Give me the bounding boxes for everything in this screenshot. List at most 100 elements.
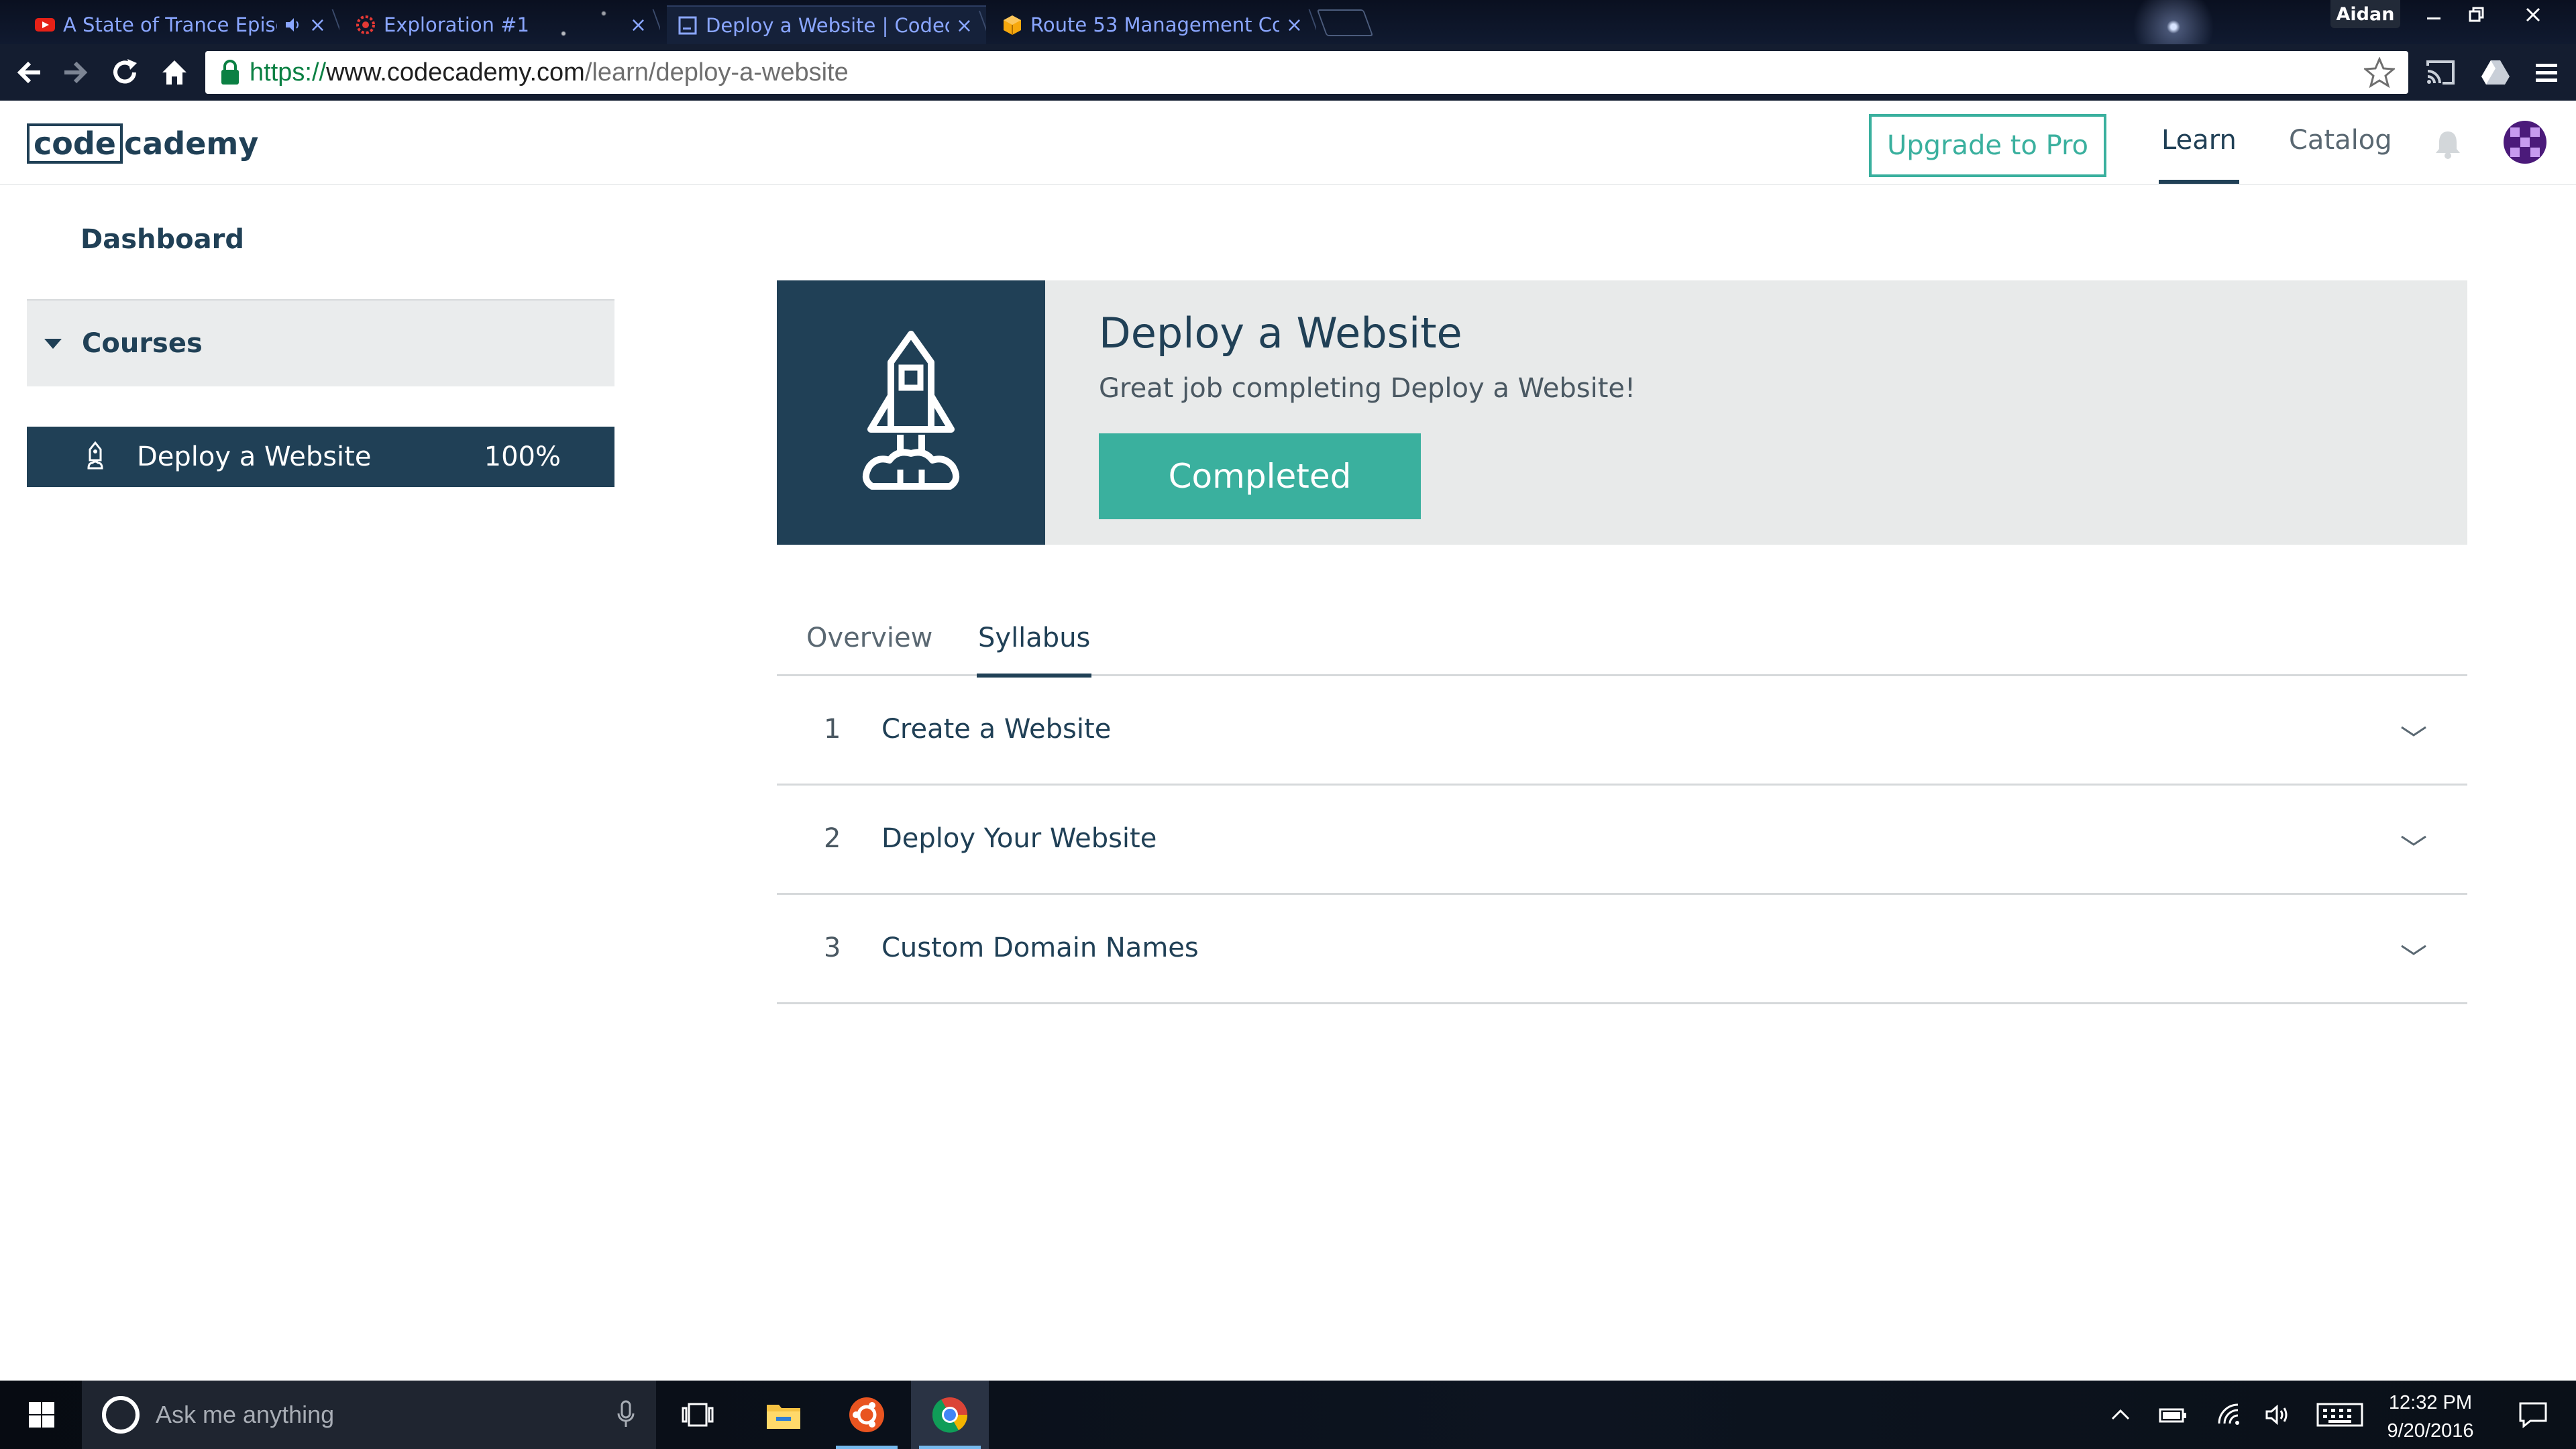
close-window-icon[interactable] <box>2512 1 2555 28</box>
tab-syllabus[interactable]: Syllabus <box>976 623 1092 678</box>
clock-date: 9/20/2016 <box>2387 1420 2474 1442</box>
syllabus-item-number: 3 <box>824 932 841 963</box>
tab-label: Deploy a Website | Codec <box>706 14 949 37</box>
logo-text: cademy <box>124 125 259 162</box>
codecademy-logo[interactable]: code cademy <box>27 122 258 165</box>
upgrade-to-pro-button[interactable]: Upgrade to Pro <box>1869 114 2106 177</box>
action-center-button[interactable] <box>2500 1381 2567 1449</box>
profile-name-button[interactable]: Aidan <box>2330 0 2400 28</box>
chrome-menu-button[interactable] <box>2529 55 2564 90</box>
avatar-pattern-icon <box>2510 127 2540 157</box>
course-hero: Deploy a Website Great job completing De… <box>777 280 2467 545</box>
speaker-icon <box>2265 1404 2288 1426</box>
close-tab-icon[interactable]: × <box>630 13 647 37</box>
syllabus-item[interactable]: 2 Deploy Your Website <box>777 786 2467 895</box>
touch-keyboard-button[interactable] <box>2313 1381 2367 1449</box>
reload-button[interactable] <box>107 55 142 90</box>
youtube-icon <box>35 18 55 32</box>
syllabus-item[interactable]: 1 Create a Website <box>777 676 2467 786</box>
sidebar-course-deploy-a-website[interactable]: Deploy a Website 100% <box>27 427 614 487</box>
file-explorer-taskbar-button[interactable] <box>745 1381 822 1449</box>
close-tab-icon[interactable]: × <box>956 14 973 38</box>
address-bar[interactable]: https://www.codecademy.com/learn/deploy-… <box>205 51 2408 94</box>
notification-speech-icon <box>2519 1402 2547 1428</box>
forward-arrow-icon <box>64 61 88 84</box>
home-icon <box>162 60 186 85</box>
browser-tab[interactable]: Exploration #1 × <box>345 5 660 44</box>
browser-toolbar: https://www.codecademy.com/learn/deploy-… <box>0 44 2576 101</box>
syllabus-item-title: Deploy Your Website <box>881 823 1157 854</box>
restore-icon[interactable] <box>2455 1 2498 28</box>
back-arrow-icon <box>17 61 40 84</box>
syllabus-item-title: Create a Website <box>881 714 1112 745</box>
cortana-search-box[interactable]: Ask me anything <box>82 1381 656 1449</box>
tab-overview[interactable]: Overview <box>806 623 932 653</box>
courses-section-toggle[interactable]: Courses <box>27 299 614 386</box>
microphone-icon[interactable] <box>616 1400 636 1430</box>
chrome-icon <box>932 1397 968 1433</box>
wifi-icon <box>2218 1403 2239 1425</box>
close-tab-icon[interactable]: × <box>1286 13 1303 37</box>
browser-tab[interactable]: A State of Trance Episo × <box>24 5 339 44</box>
notification-bell-icon[interactable] <box>2434 129 2462 160</box>
logo-boxed-text: code <box>27 123 123 164</box>
course-title: Deploy a Website <box>1099 309 1462 358</box>
nav-catalog[interactable]: Catalog <box>2289 125 2392 156</box>
drive-extension-button[interactable] <box>2478 55 2513 90</box>
battery-icon <box>2159 1408 2186 1423</box>
chevron-down-icon[interactable] <box>2400 834 2427 847</box>
forward-button[interactable] <box>58 55 93 90</box>
audio-playing-icon[interactable] <box>284 15 303 34</box>
battery-tray-button[interactable] <box>2153 1381 2194 1449</box>
new-tab-button[interactable] <box>1316 9 1374 36</box>
syllabus-item-title: Custom Domain Names <box>881 932 1199 963</box>
task-view-button[interactable] <box>659 1381 737 1449</box>
ubuntu-icon <box>849 1397 884 1432</box>
syllabus-item-number: 2 <box>824 823 841 854</box>
keyboard-icon <box>2316 1403 2363 1427</box>
aws-cube-icon <box>1004 15 1021 35</box>
chevron-down-icon[interactable] <box>2400 943 2427 957</box>
dashboard-link[interactable]: Dashboard <box>80 224 244 255</box>
browser-tab-active[interactable]: Deploy a Website | Codec × <box>667 5 986 44</box>
course-name: Deploy a Website <box>137 441 372 472</box>
nav-learn[interactable]: Learn <box>2159 125 2239 184</box>
rocket-icon <box>862 331 960 490</box>
url-host: www.codecademy.com <box>326 58 585 87</box>
show-hidden-icons-button[interactable] <box>2104 1381 2137 1449</box>
tab-label: A State of Trance Episo <box>63 13 277 36</box>
course-progress-percent: 100% <box>484 441 561 472</box>
completed-button[interactable]: Completed <box>1099 433 1421 519</box>
close-tab-icon[interactable]: × <box>309 13 326 37</box>
chevron-down-icon[interactable] <box>2400 724 2427 738</box>
url-path: /learn/deploy-a-website <box>584 58 849 87</box>
burst-icon <box>356 15 375 34</box>
clock-time: 12:32 PM <box>2388 1392 2473 1413</box>
site-header: code cademy Upgrade to Pro Learn Catalog <box>0 101 2576 185</box>
lock-icon <box>221 60 239 85</box>
minimize-icon[interactable] <box>2412 1 2455 28</box>
google-drive-icon <box>2481 60 2510 85</box>
tab-label: Route 53 Management Co <box>1030 13 1279 36</box>
chrome-taskbar-button[interactable] <box>911 1381 989 1449</box>
ubuntu-taskbar-button[interactable] <box>828 1381 906 1449</box>
home-button[interactable] <box>157 55 192 90</box>
user-avatar[interactable] <box>2504 121 2546 164</box>
bookmark-star-icon[interactable] <box>2364 57 2395 88</box>
cast-button[interactable] <box>2423 55 2458 90</box>
folder-icon <box>767 1405 800 1429</box>
syllabus-item-number: 1 <box>824 714 841 745</box>
course-subtitle: Great job completing Deploy a Website! <box>1099 373 1636 404</box>
start-button[interactable] <box>3 1381 80 1449</box>
url-scheme: https:// <box>250 58 327 87</box>
course-icon-tile <box>777 280 1045 545</box>
caret-down-icon <box>44 338 62 349</box>
volume-tray-button[interactable] <box>2259 1381 2297 1449</box>
browser-tab[interactable]: Route 53 Management Co × <box>991 5 1316 44</box>
course-tabs: Overview Syllabus <box>777 605 2467 678</box>
back-button[interactable] <box>12 55 47 90</box>
syllabus-item[interactable]: 3 Custom Domain Names <box>777 895 2467 1004</box>
cortana-circle-icon <box>102 1396 140 1434</box>
network-tray-button[interactable] <box>2211 1381 2249 1449</box>
taskbar-clock[interactable]: 12:32 PM 9/20/2016 <box>2367 1389 2494 1445</box>
